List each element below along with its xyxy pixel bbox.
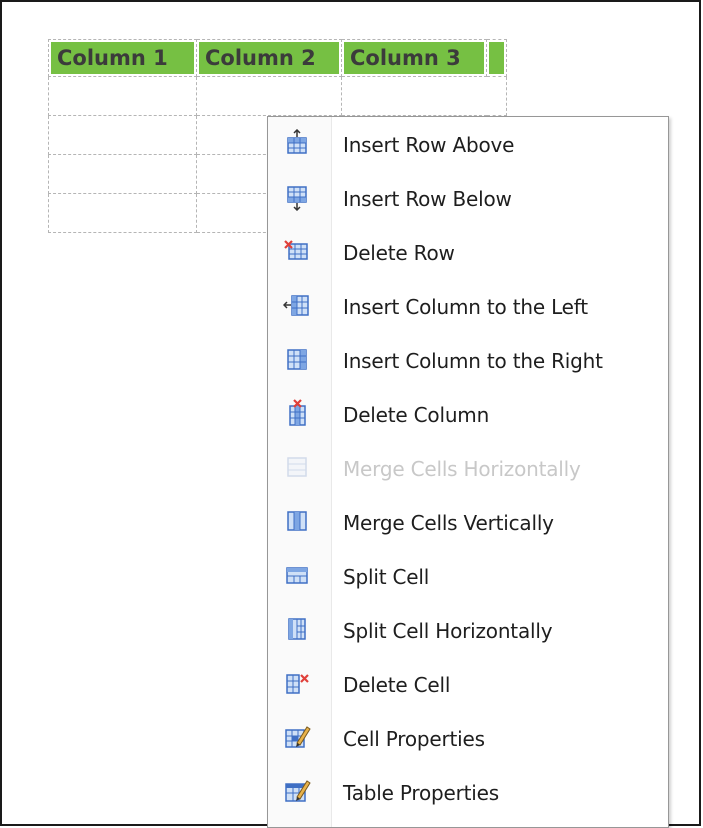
menu-item-merge-cells-vertically[interactable]: Merge Cells Vertically	[270, 496, 666, 550]
menu-item-delete-column[interactable]: Delete Column	[270, 388, 666, 442]
cell-properties-icon	[283, 723, 311, 751]
merge-cells-vertically-icon	[283, 507, 311, 535]
table-context-menu: Insert Row Above Insert Row Below Delete…	[267, 116, 669, 828]
menu-item-label: Insert Row Above	[343, 133, 515, 157]
table-header-cell[interactable]: Column 3	[341, 39, 487, 77]
table-cell[interactable]	[48, 76, 197, 116]
column-header-label	[489, 42, 504, 74]
menu-item-merge-cells-horizontally: Merge Cells Horizontally	[270, 442, 666, 496]
editor-canvas[interactable]: Column 1 Column 2 Column 3 Insert Row Ab…	[0, 0, 701, 828]
merge-cells-horizontally-icon	[283, 453, 311, 481]
table-header-cell[interactable]: Column 2	[196, 39, 342, 77]
column-header-label: Column 2	[199, 42, 339, 74]
table-cell[interactable]	[196, 76, 342, 116]
menu-item-split-cell[interactable]: Split Cell	[270, 550, 666, 604]
menu-item-delete-cell[interactable]: Delete Cell	[270, 658, 666, 712]
menu-item-label: Split Cell Horizontally	[343, 619, 553, 643]
table-cell[interactable]	[48, 193, 197, 233]
column-header-label: Column 3	[344, 42, 484, 74]
table-header-row: Column 1 Column 2 Column 3	[48, 39, 507, 77]
menu-item-delete-row[interactable]: Delete Row	[270, 226, 666, 280]
insert-column-left-icon	[283, 291, 311, 319]
menu-item-label: Merge Cells Vertically	[343, 511, 554, 535]
menu-item-insert-column-left[interactable]: Insert Column to the Left	[270, 280, 666, 334]
table-row	[48, 76, 507, 116]
column-header-label: Column 1	[51, 42, 194, 74]
table-properties-icon	[283, 777, 311, 805]
menu-item-label: Delete Cell	[343, 673, 451, 697]
menu-item-label: Split Cell	[343, 565, 430, 589]
insert-row-below-icon	[283, 183, 311, 211]
split-cell-horizontally-icon	[283, 615, 311, 643]
menu-item-table-properties[interactable]: Table Properties	[270, 766, 666, 820]
split-cell-icon	[283, 561, 311, 589]
menu-item-cell-properties[interactable]: Cell Properties	[270, 712, 666, 766]
menu-item-insert-column-right[interactable]: Insert Column to the Right	[270, 334, 666, 388]
table-header-cell[interactable]: Column 1	[48, 39, 197, 77]
menu-item-split-cell-horizontally[interactable]: Split Cell Horizontally	[270, 604, 666, 658]
menu-item-label: Insert Column to the Left	[343, 295, 588, 319]
insert-row-above-icon	[283, 129, 311, 157]
table-cell[interactable]	[341, 76, 507, 116]
table-cell[interactable]	[48, 154, 197, 194]
menu-item-label: Insert Row Below	[343, 187, 512, 211]
menu-item-insert-row-below[interactable]: Insert Row Below	[270, 172, 666, 226]
delete-cell-icon	[283, 669, 311, 697]
menu-item-insert-row-above[interactable]: Insert Row Above	[270, 118, 666, 172]
menu-item-label: Table Properties	[343, 781, 499, 805]
table-cell[interactable]	[48, 115, 197, 155]
menu-item-label: Delete Row	[343, 241, 455, 265]
menu-item-label: Insert Column to the Right	[343, 349, 603, 373]
delete-row-icon	[283, 237, 311, 265]
delete-column-icon	[283, 399, 311, 427]
menu-item-label: Delete Column	[343, 403, 490, 427]
menu-item-label: Merge Cells Horizontally	[343, 457, 581, 481]
table-header-cell[interactable]	[486, 39, 507, 77]
insert-column-right-icon	[283, 345, 311, 373]
menu-item-label: Cell Properties	[343, 727, 485, 751]
